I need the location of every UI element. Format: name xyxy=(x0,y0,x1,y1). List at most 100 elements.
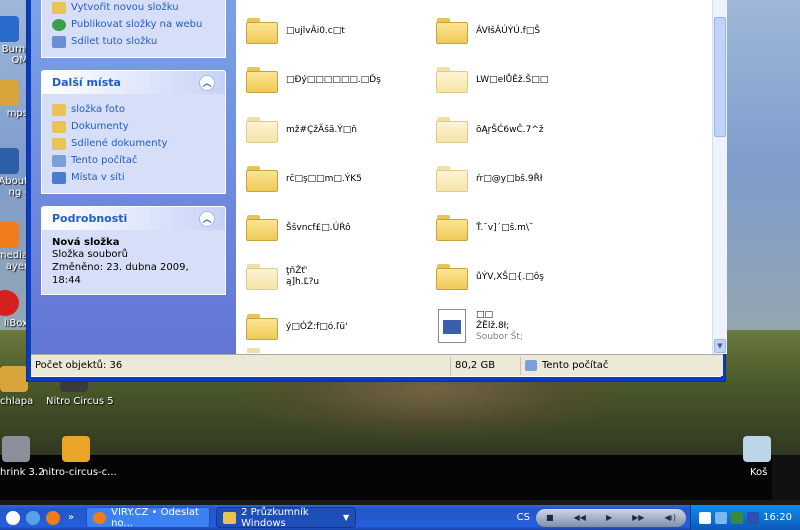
document-icon xyxy=(438,309,466,343)
place-documents[interactable]: Dokumenty xyxy=(52,118,215,135)
list-item[interactable]: ůÝV,XŠ□{.□ôş xyxy=(436,257,544,297)
desktop-icon-mps[interactable]: mps xyxy=(0,80,28,119)
status-size: 80,2 GB xyxy=(451,356,521,375)
folder-icon xyxy=(436,166,468,192)
antivirus-icon[interactable] xyxy=(731,511,744,524)
desktop-label-chlapa: chlapa xyxy=(0,396,34,407)
computer-icon xyxy=(52,154,66,167)
desktop-icon-media-player[interactable]: media ayer xyxy=(0,222,28,272)
desktop-icon-burning[interactable]: Burni OM xyxy=(0,16,28,66)
status-location: Tento počítač xyxy=(521,357,721,375)
cd-burner-icon xyxy=(0,16,19,42)
status-object-count: Počet objektů: 36 xyxy=(31,356,451,375)
network-icon xyxy=(52,171,66,184)
firefox-icon xyxy=(93,511,107,524)
start-orb-icon[interactable] xyxy=(6,510,20,525)
details-header[interactable]: Podrobnosti ︿ xyxy=(42,207,225,230)
list-item[interactable]: õĄŗŠĆ6wČ.7^ž xyxy=(436,110,544,150)
task-pane: Vytvořit novou složku Publikovat složky … xyxy=(31,0,236,354)
details-name: Nová složka xyxy=(52,237,120,248)
desktop-label-shrink: hrink 3.2 xyxy=(0,467,45,478)
list-item[interactable]: Ššvncf£□.ÚŔô xyxy=(246,208,351,248)
folder-icon xyxy=(52,120,66,133)
desktop-icon-about[interactable]: About ng - xyxy=(0,148,28,198)
list-item[interactable]: ţňŽť' ą]h.Ľ?u xyxy=(246,257,319,297)
folder-icon xyxy=(246,67,278,93)
folder-tasks-box: Vytvořit novou složku Publikovat složky … xyxy=(41,0,226,58)
folder-icon xyxy=(223,511,237,524)
list-item[interactable]: ŕr□@y□bš.9Řł xyxy=(436,159,542,199)
taskbar: » VIRY.CZ • Odeslat no... 2 Průzkumník W… xyxy=(0,505,800,530)
language-indicator[interactable]: CS xyxy=(517,512,530,523)
folder-icon xyxy=(246,117,278,143)
list-item[interactable]: □□ ŽËlž.8ł; Soubor Št; xyxy=(438,303,523,349)
play-icon[interactable]: ▶ xyxy=(606,513,612,522)
quicklaunch-more-icon[interactable]: » xyxy=(68,512,74,523)
details-box: Podrobnosti ︿ Nová složka Složka souborů… xyxy=(41,206,226,295)
task-share-folder[interactable]: Sdílet tuto složku xyxy=(52,33,215,50)
desktop-icon-nitro-avi[interactable] xyxy=(60,436,92,464)
folder-icon xyxy=(246,18,278,44)
shield-icon[interactable] xyxy=(747,511,760,524)
volume-icon[interactable]: ◀ı) xyxy=(664,513,676,522)
desktop-label-recycle-bin: Koš xyxy=(750,467,768,478)
stop-icon[interactable]: ■ xyxy=(546,513,554,522)
chevron-up-icon[interactable]: ︿ xyxy=(199,210,215,227)
tray-icon[interactable] xyxy=(699,511,712,524)
status-bar: Počet objektů: 36 80,2 GB Tento počítač xyxy=(31,354,723,376)
share-icon xyxy=(52,35,66,48)
recycle-bin-icon xyxy=(743,436,771,462)
internet-explorer-icon[interactable] xyxy=(26,510,40,525)
desktop-icon-recycle-bin[interactable] xyxy=(742,436,772,464)
explorer-client-area: Vytvořit novou složku Publikovat složky … xyxy=(31,0,727,377)
tray-icon[interactable] xyxy=(715,511,728,524)
folder-icon xyxy=(436,117,468,143)
other-places-header[interactable]: Další místa ︿ xyxy=(42,71,225,94)
list-item[interactable]: LW□elŮĚž.Š□□ xyxy=(436,60,548,100)
task-publish-web[interactable]: Publikovat složky na webu xyxy=(52,16,215,33)
place-foto-folder[interactable]: složka foto xyxy=(52,101,215,118)
list-item[interactable]: ÁVłšÂÚÝÚ.f□Š xyxy=(436,11,540,51)
firefox-icon[interactable] xyxy=(46,510,60,525)
chevron-down-icon: ▼ xyxy=(342,513,350,522)
media-player-toolbar[interactable]: ■ ◀◀ ▶ ▶▶ ◀ı) xyxy=(536,508,686,527)
list-item[interactable]: Ť.˘v]´□š.m\˘ xyxy=(436,208,533,248)
previous-icon[interactable]: ◀◀ xyxy=(574,513,586,522)
avi-video-icon xyxy=(62,436,90,462)
desktop-label-nitro-circus: Nitro Circus 5 xyxy=(46,396,114,407)
taskbar-button-viry[interactable]: VIRY.CZ • Odeslat no... xyxy=(86,507,211,529)
desktop-icon-shrink[interactable] xyxy=(0,436,36,464)
taskbar-button-explorer[interactable]: 2 Průzkumník Windows ▼ xyxy=(216,507,357,529)
list-item[interactable]: □ujlvÂi0.c□t xyxy=(246,11,345,51)
vertical-scrollbar[interactable]: ▼ xyxy=(712,0,727,354)
folder-icon xyxy=(436,264,468,290)
folder-icon xyxy=(436,215,468,241)
folder-icon xyxy=(52,103,66,116)
list-item[interactable]: rč□ş□□m□.ÝK5 xyxy=(246,159,362,199)
desktop-icon-killbox[interactable]: llBox xyxy=(0,290,28,329)
scrollbar-thumb[interactable] xyxy=(714,17,726,137)
next-icon[interactable]: ▶▶ xyxy=(632,513,644,522)
folder-icon xyxy=(246,166,278,192)
vlc-cone-icon xyxy=(0,222,19,248)
info-icon xyxy=(0,148,19,174)
new-folder-icon xyxy=(52,1,66,14)
list-item[interactable]: ý□ÓŽ:f□ó.ľü' xyxy=(246,307,348,347)
scroll-down-button[interactable]: ▼ xyxy=(714,339,726,353)
folder-icon xyxy=(436,67,468,93)
place-network[interactable]: Místa v síti xyxy=(52,169,215,186)
list-item[interactable]: mž#ÇžÃšã.Ý□ň xyxy=(246,110,357,150)
details-modified: Změněno: 23. dubna 2009, 18:44 xyxy=(52,262,189,286)
folder-icon xyxy=(436,18,468,44)
list-item[interactable]: □Ðý□□□□□□.□Ďş xyxy=(246,60,381,100)
system-tray: 16:20 xyxy=(690,505,800,530)
list-item[interactable] xyxy=(246,347,286,354)
details-type: Složka souborů xyxy=(52,249,128,260)
place-shared-documents[interactable]: Sdílené dokumenty xyxy=(52,135,215,152)
folder-icon xyxy=(0,366,28,392)
chevron-up-icon[interactable]: ︿ xyxy=(199,74,215,91)
task-new-folder[interactable]: Vytvořit novou složku xyxy=(52,0,215,16)
clock[interactable]: 16:20 xyxy=(763,512,792,523)
explorer-window: Vytvořit novou složku Publikovat složky … xyxy=(26,0,727,382)
place-my-computer[interactable]: Tento počítač xyxy=(52,152,215,169)
